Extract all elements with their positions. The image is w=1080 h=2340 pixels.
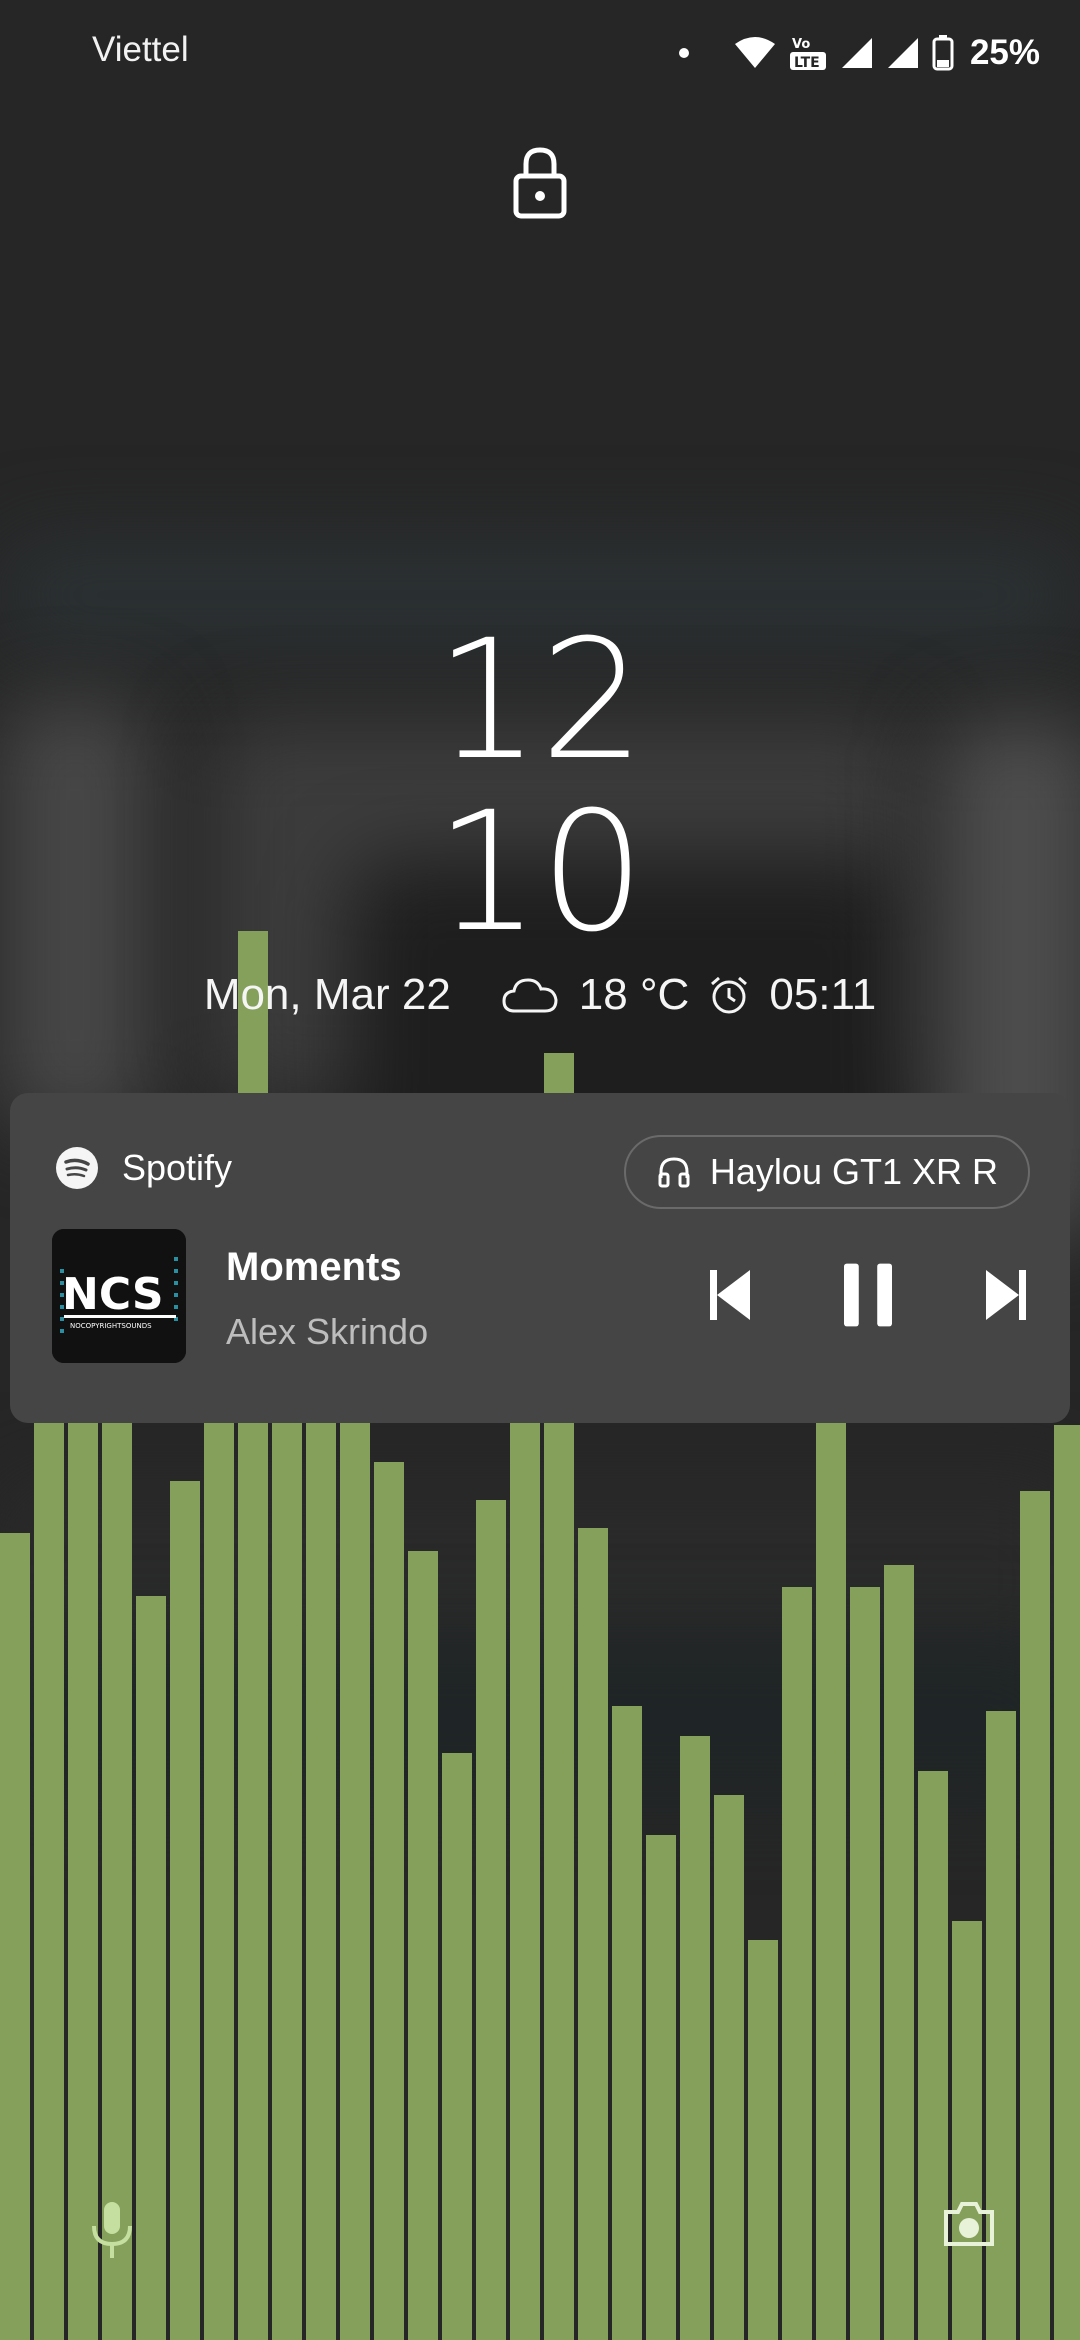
next-icon	[986, 1270, 1026, 1320]
visualizer-bar	[136, 1596, 166, 2340]
track-title: Moments	[226, 1245, 402, 1289]
clock-minute: 10	[435, 776, 645, 968]
album-art-text: NCS	[62, 1269, 164, 1320]
visualizer-bar	[646, 1835, 676, 2340]
camera-icon[interactable]	[942, 2200, 996, 2248]
visualizer-bar	[884, 1565, 914, 2340]
album-art-subtext: NOCOPYRIGHTSOUNDS	[70, 1322, 152, 1330]
album-art: NCS NOCOPYRIGHTSOUNDS	[52, 1229, 186, 1363]
battery-icon	[932, 35, 954, 71]
visualizer-bar	[306, 1402, 336, 2340]
visualizer-bar	[714, 1795, 744, 2340]
svg-text:LTE: LTE	[794, 55, 820, 71]
visualizer-bar	[680, 1736, 710, 2340]
wifi-icon	[734, 37, 775, 68]
media-app-name: Spotify	[122, 1147, 233, 1188]
microphone-icon[interactable]	[88, 2200, 136, 2260]
media-app-header: Spotify	[56, 1147, 232, 1189]
lock-icon	[513, 147, 567, 219]
pause-icon	[844, 1263, 892, 1327]
signal-icon	[887, 38, 918, 68]
output-device-name: Haylou GT1 XR R	[709, 1151, 998, 1192]
visualizer-bar	[918, 1771, 948, 2340]
spotify-icon	[56, 1147, 98, 1189]
track-artist: Alex Skrindo	[226, 1311, 429, 1352]
notification-dot-icon	[678, 48, 689, 58]
temperature-text: 18 °C	[578, 970, 690, 1019]
status-bar: Viettel Vo LTE 25%	[0, 0, 1080, 104]
visualizer-bar	[408, 1551, 438, 2340]
visualizer-bar	[612, 1706, 642, 2340]
carrier-name: Viettel	[92, 30, 189, 69]
visualizer-bar	[578, 1528, 608, 2340]
alarm-icon	[711, 976, 748, 1014]
output-device-chip[interactable]: Haylou GT1 XR R	[623, 1135, 1030, 1209]
previous-button[interactable]	[706, 1263, 754, 1327]
pause-button[interactable]	[844, 1263, 892, 1327]
next-button[interactable]	[982, 1263, 1030, 1327]
visualizer-bar	[374, 1462, 404, 2340]
volte-lte-icon: Vo LTE	[789, 37, 826, 71]
audio-visualizer	[0, 931, 1080, 2340]
visualizer-bar	[748, 1940, 778, 2340]
visualizer-bar	[952, 1921, 982, 2340]
visualizer-bar	[0, 1533, 30, 2340]
svg-text:Vo: Vo	[792, 37, 810, 52]
previous-icon	[710, 1270, 750, 1320]
visualizer-bar	[442, 1753, 472, 2340]
clock-hour: 12	[435, 604, 645, 796]
headphones-icon	[658, 1157, 690, 1188]
playback-controls	[706, 1263, 1030, 1327]
visualizer-bar	[170, 1481, 200, 2340]
date-text: Mon, Mar 22	[203, 970, 451, 1019]
signal-icon	[841, 38, 872, 68]
cloud-icon	[502, 978, 558, 1013]
media-player-card[interactable]: Spotify Haylou GT1 XR R NCS NOCOPYRIGHTS…	[10, 1093, 1070, 1423]
visualizer-bar	[1020, 1491, 1050, 2340]
date-weather-row: Mon, Mar 22 18 °C 05:11	[0, 970, 1080, 1020]
visualizer-bar	[476, 1500, 506, 2340]
alarm-time[interactable]: 05:11	[769, 970, 876, 1020]
visualizer-bar	[1054, 1425, 1080, 2340]
visualizer-bar	[782, 1587, 812, 2340]
visualizer-bar	[340, 1423, 370, 2340]
battery-percent: 25%	[969, 33, 1040, 72]
visualizer-bar	[850, 1587, 880, 2340]
